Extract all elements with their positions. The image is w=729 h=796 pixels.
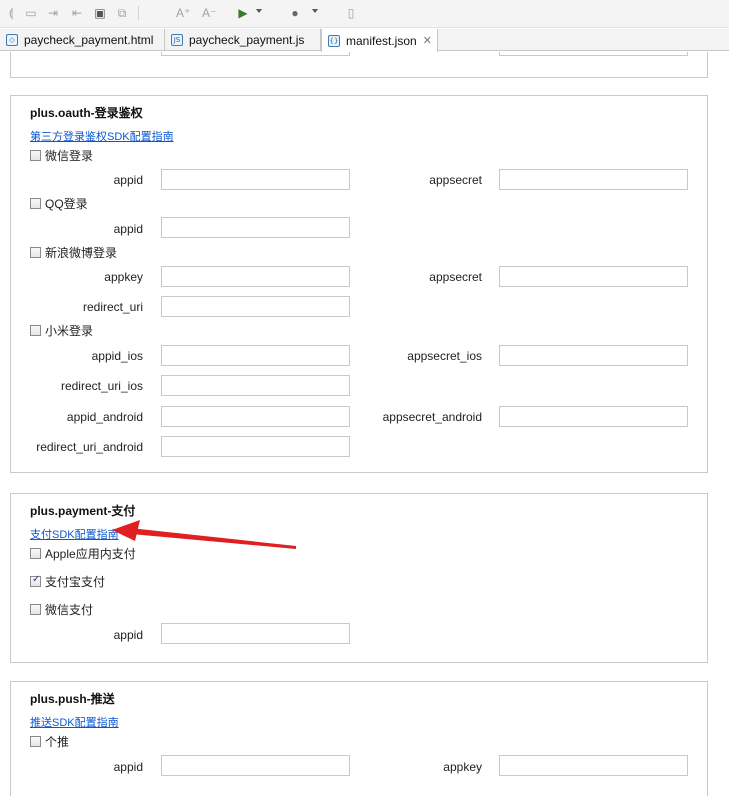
tab-manifest-json[interactable]: {} manifest.json ✕: [321, 29, 438, 52]
tab-label: paycheck_payment.html: [24, 33, 154, 47]
browser-dropdown-icon[interactable]: [312, 9, 318, 13]
checkbox-qq-login[interactable]: QQ登录: [30, 195, 88, 212]
weixin-pay-appid-input[interactable]: [161, 623, 350, 644]
tab-label: paycheck_payment.js: [189, 33, 305, 47]
tab-paycheck-html[interactable]: ◇ paycheck_payment.html: [0, 29, 165, 51]
format-icon[interactable]: ⟬: [4, 6, 18, 20]
xiaomi-redirect-uri-android-input[interactable]: [161, 436, 350, 457]
tab-label: manifest.json: [346, 33, 417, 48]
field-label: appid_ios: [91, 349, 143, 363]
font-increase-icon[interactable]: A⁺: [176, 6, 190, 20]
field-label: appsecret: [429, 173, 482, 187]
checkbox-icon[interactable]: [30, 604, 41, 615]
preview-icon[interactable]: ▯: [344, 6, 358, 20]
checkbox-label: 小米登录: [45, 324, 94, 338]
close-icon[interactable]: ✕: [423, 34, 432, 47]
checkbox-alipay[interactable]: 支付宝支付: [30, 573, 105, 590]
sina-appsecret-input[interactable]: [499, 266, 688, 287]
field-label: appid_android: [66, 410, 143, 424]
qq-appid-input[interactable]: [161, 217, 350, 238]
browser-icon[interactable]: ●: [288, 6, 302, 20]
manifest-editor: plus.oauth-登录鉴权 第三方登录鉴权SDK配置指南 微信登录 appi…: [0, 52, 729, 796]
toolbar: ⟬ ▭ ⇥ ⇤ ▣ ⧉ A⁺ A⁻ ▶ ● ▯: [0, 0, 729, 28]
weixin-appid-input[interactable]: [161, 169, 350, 190]
push-sdk-guide-link[interactable]: 推送SDK配置指南: [30, 714, 119, 730]
section-previous: [10, 52, 708, 78]
section-title: plus.oauth-登录鉴权: [30, 106, 143, 120]
checkbox-label: 支付宝支付: [45, 575, 106, 589]
checkbox-icon[interactable]: [30, 548, 41, 559]
checkbox-label: QQ登录: [45, 197, 88, 211]
tab-paycheck-js[interactable]: JS paycheck_payment.js: [165, 29, 321, 51]
toolbar-separator: [138, 6, 139, 20]
previous-field-1[interactable]: [161, 52, 350, 56]
section-title: plus.push-推送: [30, 692, 115, 706]
json-file-icon: {}: [328, 34, 340, 47]
run-icon[interactable]: ▶: [236, 6, 250, 20]
field-label: redirect_uri_ios: [60, 379, 143, 393]
field-label: appid: [113, 222, 143, 236]
checkbox-weixin-pay[interactable]: 微信支付: [30, 601, 93, 618]
sina-appkey-input[interactable]: [161, 266, 350, 287]
xiaomi-appsecret-android-input[interactable]: [499, 406, 688, 427]
checkbox-weixin-login[interactable]: 微信登录: [30, 147, 93, 164]
payment-sdk-guide-link[interactable]: 支付SDK配置指南: [30, 526, 119, 542]
field-label: appsecret: [429, 270, 482, 284]
field-label: appkey: [104, 270, 143, 284]
previous-field-2[interactable]: [499, 52, 688, 56]
checkbox-icon[interactable]: [30, 247, 41, 258]
checkbox-checked-icon[interactable]: [30, 574, 41, 587]
comment-icon[interactable]: ▭: [24, 6, 38, 20]
copy-icon[interactable]: ⧉: [115, 6, 129, 20]
xiaomi-appid-ios-input[interactable]: [161, 345, 350, 366]
checkbox-getui[interactable]: 个推: [30, 733, 69, 750]
checkbox-label: 个推: [45, 735, 70, 749]
section-push: plus.push-推送 推送SDK配置指南 个推 appid appkey: [10, 681, 708, 796]
save-icon[interactable]: ▣: [93, 6, 107, 20]
field-label: appsecret_android: [382, 410, 482, 424]
xiaomi-appsecret-ios-input[interactable]: [499, 345, 688, 366]
field-label: redirect_uri_android: [36, 440, 143, 454]
field-label: appsecret_ios: [407, 349, 482, 363]
field-label: appid: [113, 173, 143, 187]
checkbox-icon[interactable]: [30, 736, 41, 747]
field-label: appid: [113, 628, 143, 642]
font-decrease-icon[interactable]: A⁻: [202, 6, 216, 20]
editor-tab-bar: ◇ paycheck_payment.html JS paycheck_paym…: [0, 29, 729, 52]
field-label: appkey: [443, 760, 482, 774]
section-oauth: plus.oauth-登录鉴权 第三方登录鉴权SDK配置指南 微信登录 appi…: [10, 95, 708, 473]
weixin-appsecret-input[interactable]: [499, 169, 688, 190]
checkbox-apple-iap[interactable]: Apple应用内支付: [30, 545, 136, 562]
outdent-icon[interactable]: ⇤: [70, 6, 84, 20]
section-payment: plus.payment-支付 支付SDK配置指南 Apple应用内支付 支付宝…: [10, 493, 708, 663]
checkbox-label: 微信支付: [45, 603, 94, 617]
section-title: plus.payment-支付: [30, 504, 136, 518]
field-label: appid: [113, 760, 143, 774]
checkbox-sina-login[interactable]: 新浪微博登录: [30, 244, 117, 261]
checkbox-icon[interactable]: [30, 150, 41, 161]
js-file-icon: JS: [171, 34, 183, 46]
sina-redirect-uri-input[interactable]: [161, 296, 350, 317]
indent-icon[interactable]: ⇥: [46, 6, 60, 20]
checkbox-label: 新浪微博登录: [45, 246, 118, 260]
checkbox-xiaomi-login[interactable]: 小米登录: [30, 322, 93, 339]
checkbox-label: Apple应用内支付: [45, 547, 136, 561]
field-label: redirect_uri: [82, 300, 143, 314]
getui-appid-input[interactable]: [161, 755, 350, 776]
checkbox-label: 微信登录: [45, 149, 94, 163]
run-dropdown-icon[interactable]: [256, 9, 262, 13]
html-file-icon: ◇: [6, 34, 18, 46]
checkbox-icon[interactable]: [30, 198, 41, 209]
xiaomi-appid-android-input[interactable]: [161, 406, 350, 427]
oauth-sdk-guide-link[interactable]: 第三方登录鉴权SDK配置指南: [30, 128, 174, 144]
getui-appkey-input[interactable]: [499, 755, 688, 776]
checkbox-icon[interactable]: [30, 325, 41, 336]
xiaomi-redirect-uri-ios-input[interactable]: [161, 375, 350, 396]
